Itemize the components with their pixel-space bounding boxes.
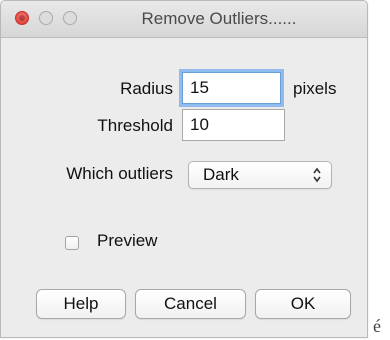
help-button[interactable]: Help	[36, 289, 126, 319]
page: Remove Outliers...... Radius pixels Thre…	[0, 0, 390, 340]
which-outliers-label: Which outliers	[66, 164, 173, 183]
preview-checkbox[interactable]	[65, 236, 79, 250]
threshold-input[interactable]	[182, 109, 285, 141]
which-outliers-select[interactable]: Dark	[188, 161, 332, 189]
title-bar[interactable]: Remove Outliers......	[1, 1, 367, 38]
dialog-window: Remove Outliers...... Radius pixels Thre…	[0, 0, 368, 338]
which-outliers-value: Dark	[203, 165, 239, 184]
preview-label[interactable]: Preview	[97, 231, 157, 251]
window-title: Remove Outliers......	[141, 9, 297, 28]
cancel-button[interactable]: Cancel	[135, 289, 246, 319]
ok-button[interactable]: OK	[255, 289, 351, 319]
threshold-label: Threshold	[97, 116, 173, 135]
up-down-arrows-icon	[313, 167, 321, 183]
background-edge-text: é	[373, 316, 381, 336]
radius-unit-label: pixels	[293, 79, 337, 98]
radius-label: Radius	[120, 79, 173, 98]
radius-input[interactable]	[182, 72, 281, 104]
